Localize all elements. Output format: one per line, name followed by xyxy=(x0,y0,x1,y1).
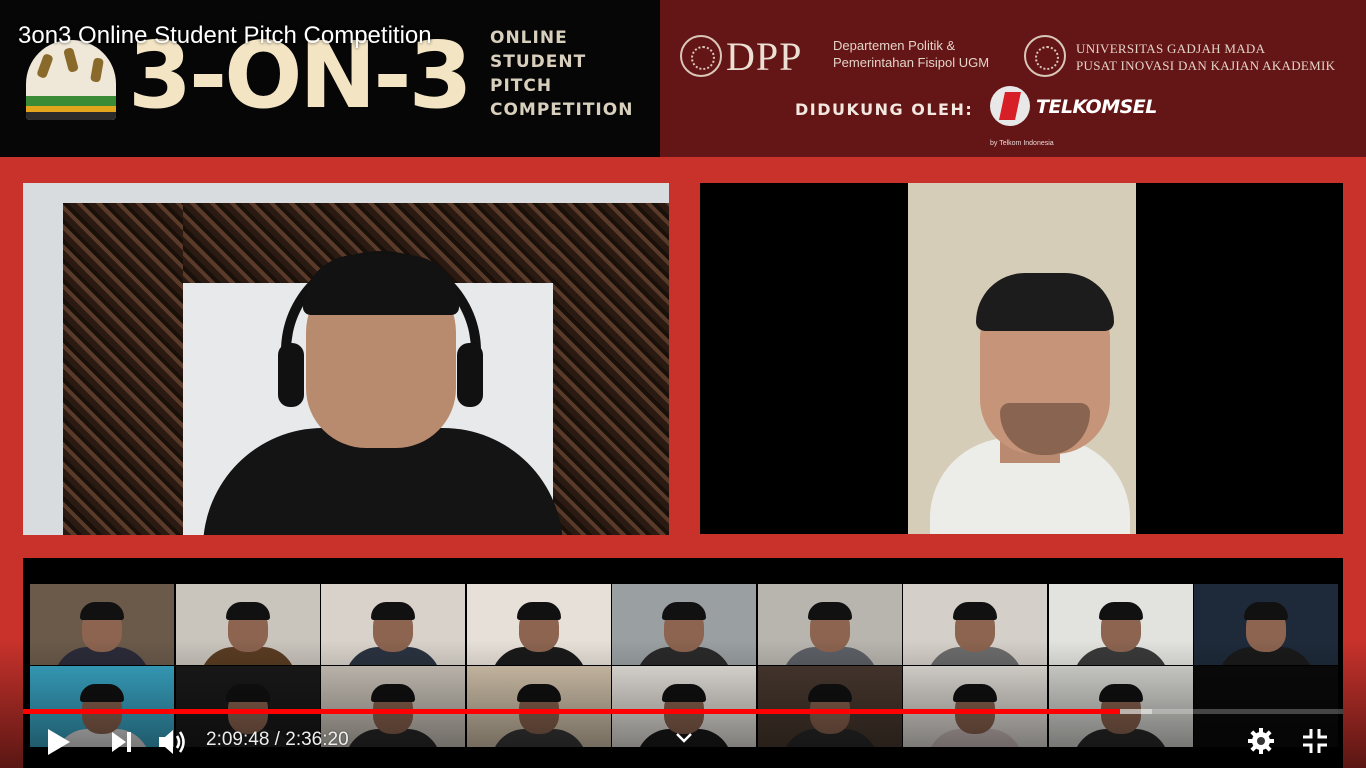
expand-button[interactable] xyxy=(672,726,696,750)
ugm-text: UNIVERSITAS GADJAH MADA PUSAT INOVASI DA… xyxy=(1076,41,1336,73)
video-title[interactable]: 3on3 Online Student Pitch Competition xyxy=(18,22,432,50)
settings-button[interactable] xyxy=(1242,722,1280,760)
telkomsel-logo-icon xyxy=(990,86,1030,126)
dpp-seal-icon xyxy=(680,35,722,77)
volume-button[interactable] xyxy=(154,724,190,760)
dpp-department-text: Departemen Politik & Pemerintahan Fisipo… xyxy=(833,38,990,70)
dpp-logo-text: DPP xyxy=(726,34,803,79)
time-display: 2:09:48 / 2:36:20 xyxy=(206,729,349,751)
duration: 2:36:20 xyxy=(285,729,349,750)
exit-fullscreen-button[interactable] xyxy=(1296,722,1334,760)
next-icon xyxy=(112,732,131,752)
gear-icon xyxy=(1248,728,1274,754)
speaker-video-right xyxy=(700,183,1343,534)
speaker-video-left xyxy=(23,183,669,535)
logo-subtitle: ONLINE STUDENT PITCH COMPETITION xyxy=(490,28,634,120)
sponsor-name: TELKOMSEL xyxy=(1036,96,1157,118)
progress-bar[interactable] xyxy=(23,709,1343,714)
play-button[interactable] xyxy=(40,724,76,760)
supported-by-label: DIDUKUNG OLEH: xyxy=(795,100,974,119)
exit-fullscreen-icon xyxy=(1303,729,1327,753)
competition-emblem-icon xyxy=(26,40,116,120)
ugm-seal-icon xyxy=(1024,35,1066,77)
chevron-down-icon xyxy=(676,733,692,743)
sponsor-subtext: by Telkom Indonesia xyxy=(990,140,1054,147)
volume-icon xyxy=(159,730,185,754)
play-icon xyxy=(48,729,70,755)
progress-played xyxy=(23,709,1120,714)
current-time: 2:09:48 xyxy=(206,729,270,750)
time-separator: / xyxy=(269,729,286,750)
next-button[interactable] xyxy=(104,724,140,760)
